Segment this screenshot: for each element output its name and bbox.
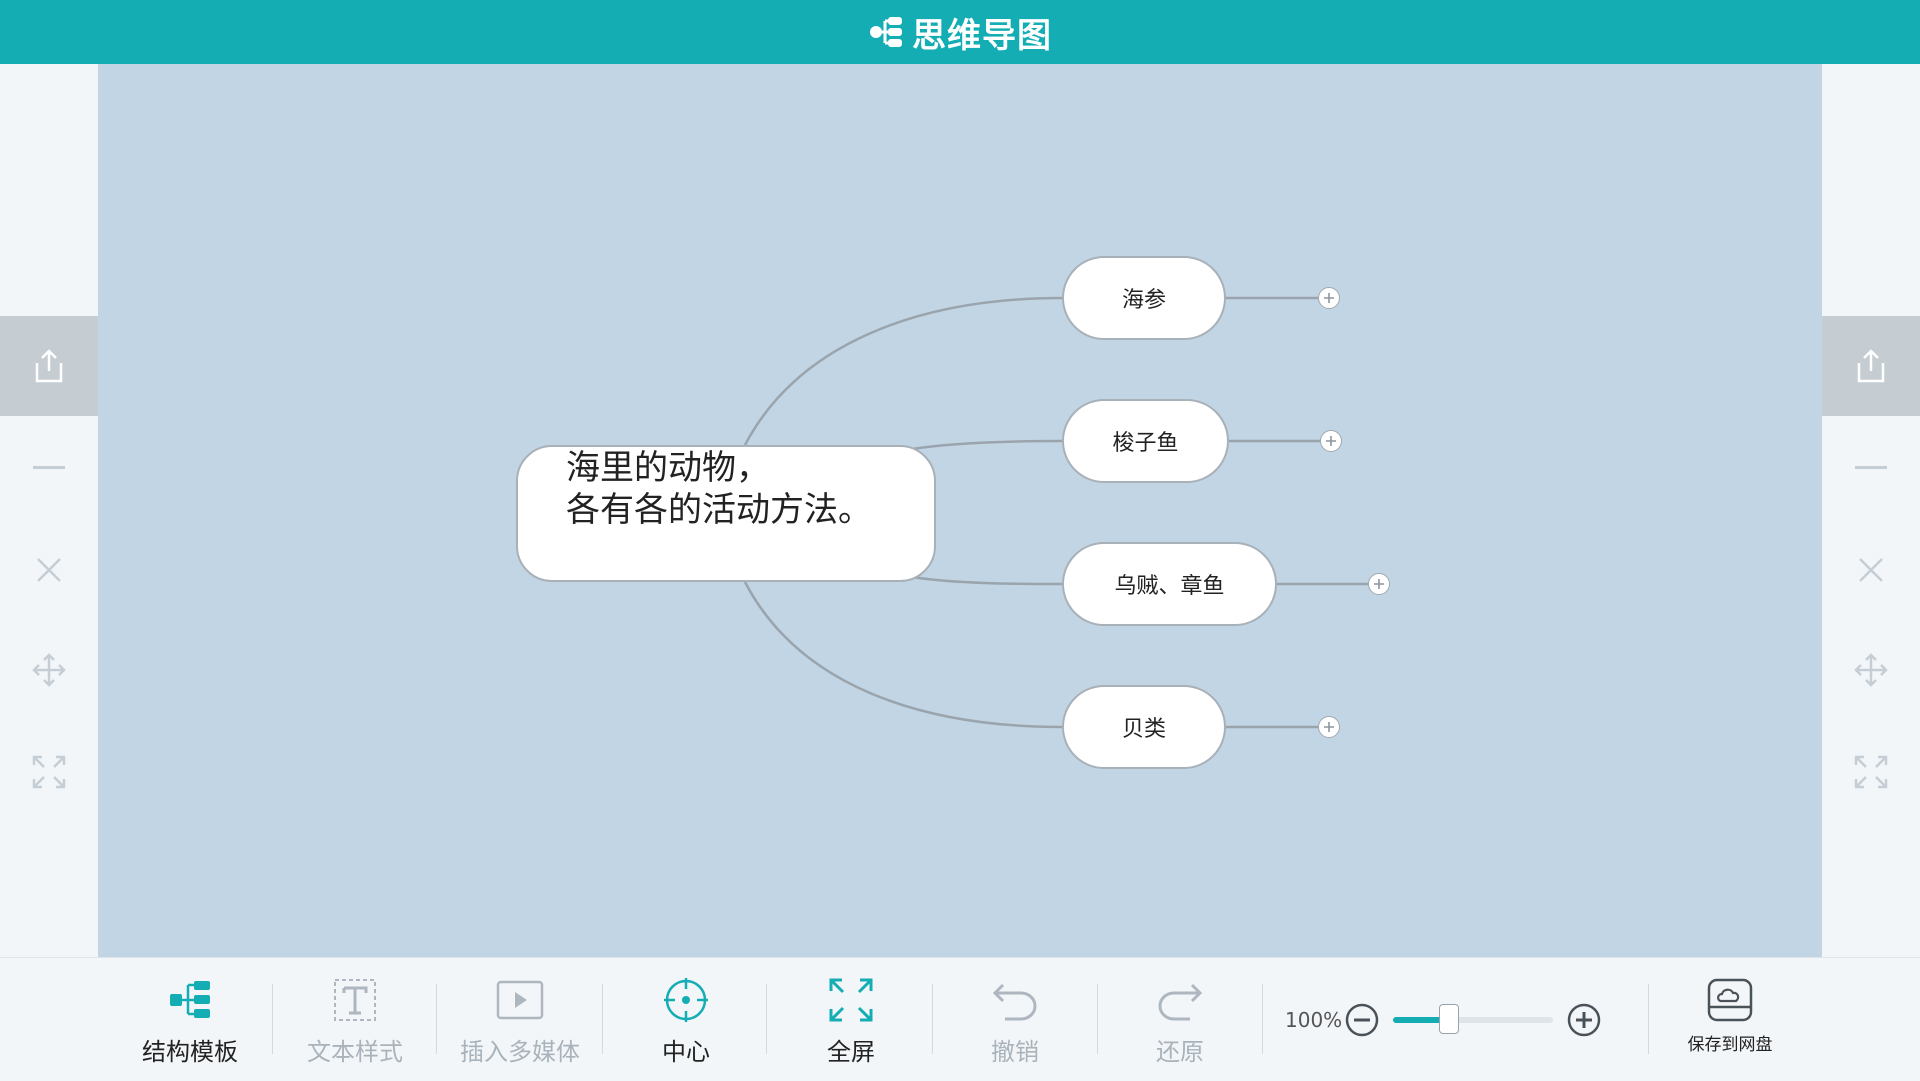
connector-lines xyxy=(743,296,1368,729)
save-to-cloud-button[interactable]: 保存到网盘 xyxy=(1668,958,1792,1081)
toolbar-divider xyxy=(1648,984,1649,1054)
close-button-right[interactable] xyxy=(1822,520,1920,620)
undo-button[interactable]: 撤销 xyxy=(955,958,1075,1081)
share-button-right[interactable] xyxy=(1822,316,1920,416)
redo-icon xyxy=(1158,983,1203,1021)
zoom-slider-thumb[interactable] xyxy=(1439,1003,1459,1034)
move-button[interactable] xyxy=(0,620,98,720)
insert-media-label: 插入多媒体 xyxy=(460,1038,580,1066)
toolbar-divider xyxy=(1097,984,1098,1054)
minus-icon xyxy=(33,466,65,469)
move-icon xyxy=(32,653,66,687)
close-icon xyxy=(1859,558,1883,582)
save-to-cloud-label: 保存到网盘 xyxy=(1687,1035,1773,1055)
left-side-toolbar xyxy=(0,64,98,957)
undo-icon xyxy=(992,983,1037,1021)
structure-template-icon xyxy=(170,981,210,1018)
branch-node[interactable]: 乌贼、章鱼 xyxy=(1062,542,1277,626)
fit-screen-button-right[interactable] xyxy=(1822,722,1920,822)
redo-label: 还原 xyxy=(1156,1038,1204,1066)
fullscreen-label: 全屏 xyxy=(827,1038,875,1066)
center-icon xyxy=(664,978,708,1022)
toolbar-divider xyxy=(766,984,767,1054)
plus-icon xyxy=(1324,722,1334,732)
close-icon xyxy=(37,558,61,582)
branch-node[interactable]: 海参 xyxy=(1062,256,1226,340)
fit-screen-button[interactable] xyxy=(0,722,98,822)
zoom-in-icon xyxy=(1567,1003,1601,1036)
plus-icon xyxy=(1326,436,1336,446)
center-label: 中心 xyxy=(662,1038,710,1066)
share-icon xyxy=(1857,349,1885,383)
structure-template-button[interactable]: 结构模板 xyxy=(130,958,250,1081)
insert-media-button[interactable]: 插入多媒体 xyxy=(455,958,585,1081)
text-style-icon xyxy=(334,979,376,1021)
share-icon xyxy=(35,349,63,383)
plus-icon xyxy=(1374,579,1384,589)
mindmap-canvas[interactable]: 海里的动物， 各有各的活动方法。 海参 梭子鱼 乌贼、章鱼 贝类 xyxy=(98,64,1822,957)
fit-screen-icon xyxy=(1854,755,1888,789)
minus-button[interactable] xyxy=(0,418,98,518)
fullscreen-button[interactable]: 全屏 xyxy=(791,958,911,1081)
undo-label: 撤销 xyxy=(991,1038,1039,1066)
fullscreen-icon xyxy=(829,978,873,1022)
right-side-toolbar xyxy=(1822,64,1920,957)
insert-media-icon xyxy=(496,980,544,1020)
branch-node-label: 梭子鱼 xyxy=(1112,431,1179,456)
branch-node-label: 贝类 xyxy=(1121,717,1166,742)
branch-node-label: 乌贼、章鱼 xyxy=(1114,574,1225,599)
redo-button[interactable]: 还原 xyxy=(1120,958,1240,1081)
branch-node[interactable]: 梭子鱼 xyxy=(1062,399,1229,483)
expand-node-button[interactable] xyxy=(1318,287,1340,309)
toolbar-divider xyxy=(272,984,273,1054)
branch-node[interactable]: 贝类 xyxy=(1062,685,1226,769)
toolbar-divider xyxy=(932,984,933,1054)
bottom-toolbar: 结构模板 文本样式 插入多媒体 中心 全屏 撤销 还原 100% 保存到网盘 xyxy=(0,957,1920,1081)
share-button[interactable] xyxy=(0,316,98,416)
toolbar-divider xyxy=(1262,984,1263,1054)
text-style-label: 文本样式 xyxy=(307,1038,403,1066)
title-wrap: 思维导图 xyxy=(868,8,1052,57)
zoom-percent: 100% xyxy=(1285,1007,1343,1032)
toolbar-divider xyxy=(602,984,603,1054)
cloud-drive-icon xyxy=(1707,978,1753,1022)
text-style-button[interactable]: 文本样式 xyxy=(295,958,415,1081)
root-node[interactable]: 海里的动物， 各有各的活动方法。 xyxy=(516,445,936,582)
structure-template-label: 结构模板 xyxy=(142,1038,238,1066)
zoom-in-button[interactable] xyxy=(1567,1003,1601,1037)
zoom-slider[interactable] xyxy=(1393,1003,1553,1034)
branch-node-label: 海参 xyxy=(1121,288,1166,313)
zoom-out-icon xyxy=(1345,1003,1379,1036)
zoom-control: 100% xyxy=(1285,958,1625,1081)
app-title: 思维导图 xyxy=(912,15,1052,56)
root-node-line2: 各有各的活动方法。 xyxy=(566,490,872,530)
expand-node-button[interactable] xyxy=(1318,716,1340,738)
fit-screen-icon xyxy=(32,755,66,789)
toolbar-divider xyxy=(436,984,437,1054)
center-button[interactable]: 中心 xyxy=(626,958,746,1081)
expand-node-button[interactable] xyxy=(1320,430,1342,452)
zoom-out-button[interactable] xyxy=(1345,1003,1379,1037)
minus-button-right[interactable] xyxy=(1822,418,1920,518)
expand-node-button[interactable] xyxy=(1368,573,1390,595)
move-icon xyxy=(1854,653,1888,687)
root-node-line1: 海里的动物， xyxy=(566,448,770,488)
mindmap-logo-icon xyxy=(870,17,902,47)
minus-icon xyxy=(1855,466,1887,469)
title-bar: 思维导图 xyxy=(0,0,1920,64)
plus-icon xyxy=(1324,293,1334,303)
close-button[interactable] xyxy=(0,520,98,620)
move-button-right[interactable] xyxy=(1822,620,1920,720)
